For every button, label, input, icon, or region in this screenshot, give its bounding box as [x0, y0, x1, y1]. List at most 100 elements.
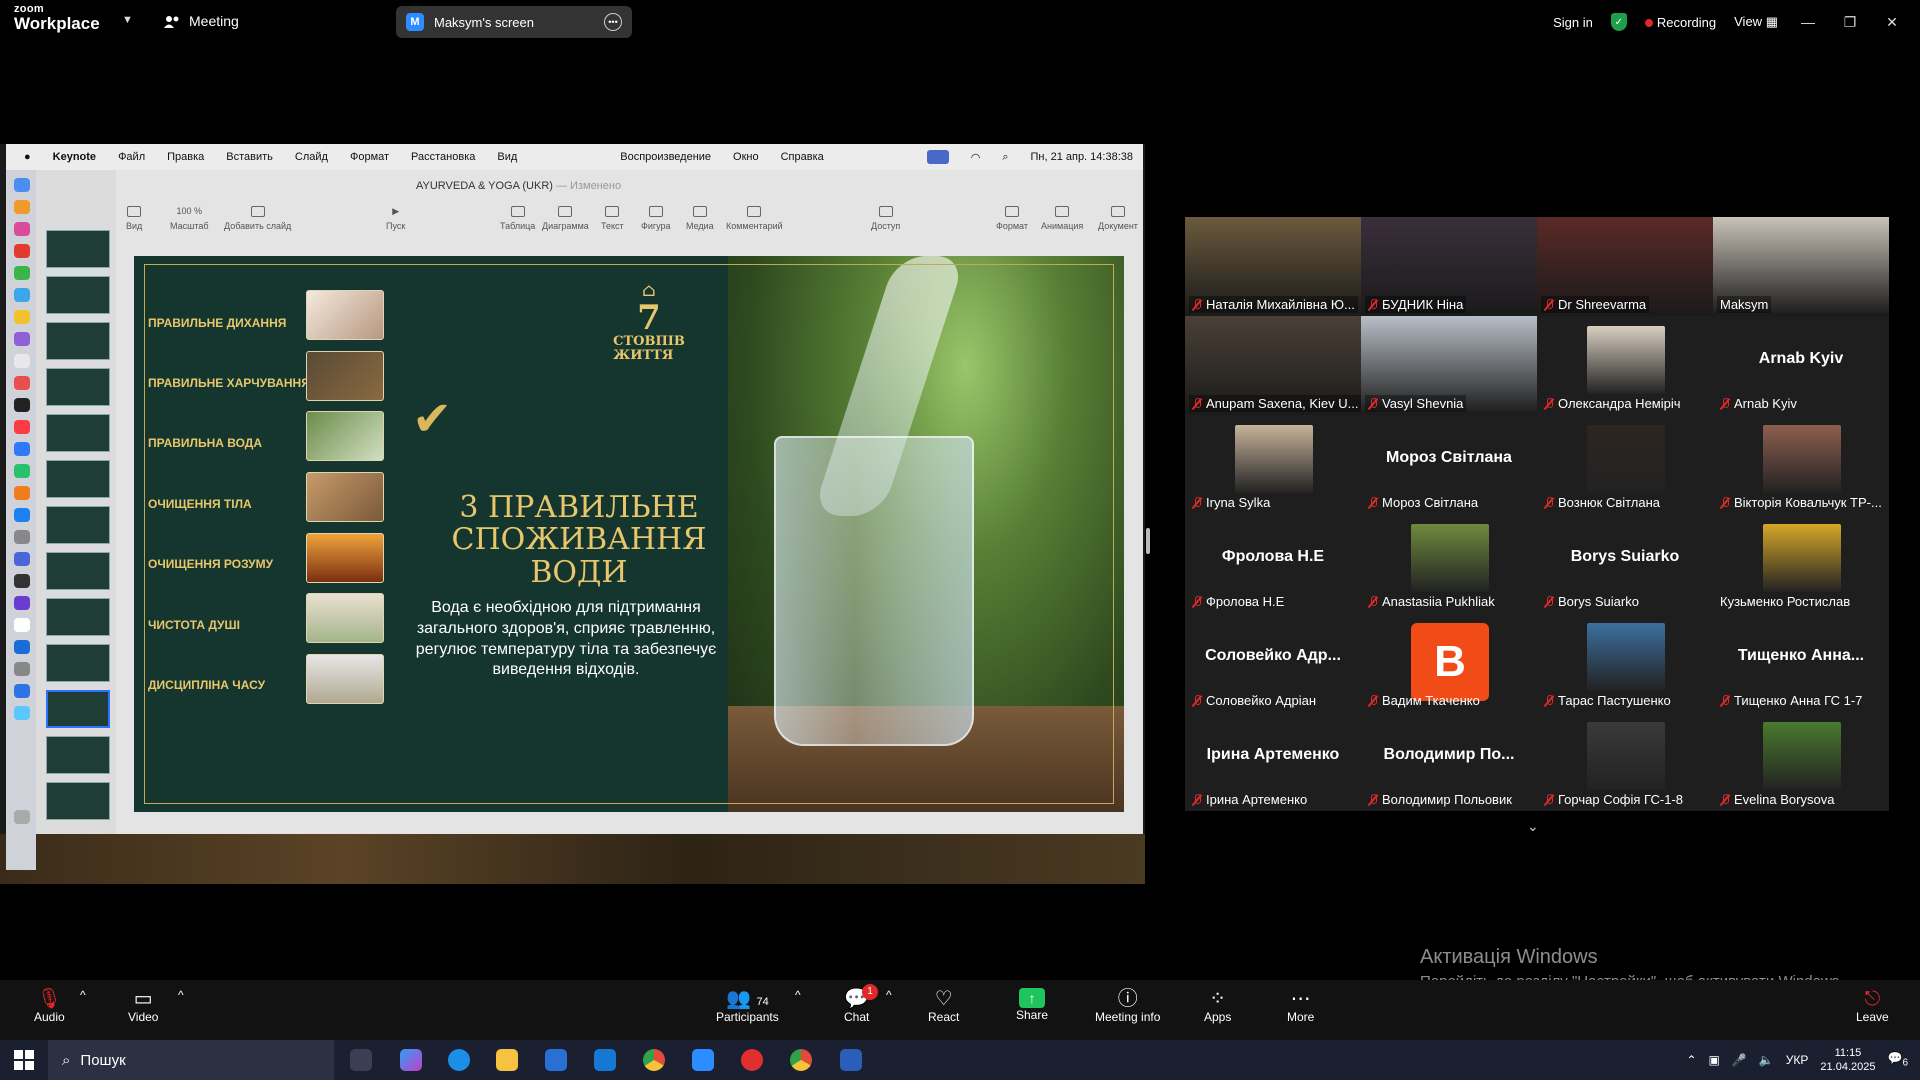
audio-options-icon[interactable]: ^: [80, 988, 86, 1002]
participant-tile[interactable]: Тищенко Анна... Тищенко Анна ГС 1-7: [1713, 613, 1889, 712]
slide-thumbnail[interactable]: [46, 230, 110, 268]
tool-format[interactable]: Формат: [996, 206, 1028, 231]
tool-chart[interactable]: Диаграмма: [542, 206, 589, 231]
participant-tile[interactable]: Вознюк Світлана: [1537, 415, 1713, 514]
tool-media[interactable]: Медиа: [686, 206, 714, 231]
tool-table[interactable]: Таблица: [500, 206, 535, 231]
participants-options-icon[interactable]: ^: [795, 988, 801, 1002]
react-button[interactable]: ♡ React: [928, 988, 959, 1024]
meeting-menu[interactable]: Meeting: [163, 13, 239, 29]
slide-thumbnail[interactable]: [46, 460, 110, 498]
video-button[interactable]: ▭ Video: [128, 988, 158, 1024]
participant-tile[interactable]: Наталія Михайлівна Ю...: [1185, 217, 1361, 316]
slide-thumbnail[interactable]: [46, 598, 110, 636]
opera-icon[interactable]: [741, 1049, 763, 1071]
store-icon[interactable]: [545, 1049, 567, 1071]
slide-thumbnail[interactable]: [46, 736, 110, 774]
restore-icon[interactable]: ❐: [1838, 14, 1862, 31]
slide-thumbnail[interactable]: [46, 552, 110, 590]
participant-tile[interactable]: Iryna Sylka: [1185, 415, 1361, 514]
task-view-icon[interactable]: [350, 1049, 372, 1071]
slide-thumbnail[interactable]: [46, 322, 110, 360]
participant-tile[interactable]: Borys Suiarko Borys Suiarko: [1537, 514, 1713, 613]
more-options-icon[interactable]: •••: [604, 13, 622, 31]
participant-tile[interactable]: Мороз Світлана Мороз Світлана: [1361, 415, 1537, 514]
volume-icon[interactable]: 🔈: [1759, 1053, 1774, 1067]
chevron-down-icon[interactable]: ▼: [122, 14, 133, 26]
file-explorer-icon[interactable]: [496, 1049, 518, 1071]
zoom-app-icon[interactable]: [692, 1049, 714, 1071]
tool-zoom[interactable]: 100 % Масштаб: [170, 206, 209, 231]
chrome-icon[interactable]: [643, 1049, 665, 1071]
share-button[interactable]: ↑ Share: [1016, 988, 1048, 1022]
gallery-next-page-icon[interactable]: ⌄: [1527, 818, 1539, 835]
chat-options-icon[interactable]: ^: [886, 988, 892, 1002]
tray-overflow-icon[interactable]: ⌃: [1686, 1053, 1696, 1067]
participant-tile[interactable]: Ірина Артеменко Ірина Артеменко: [1185, 712, 1361, 811]
participant-tile[interactable]: Олександра Неміріч: [1537, 316, 1713, 415]
security-shield-icon[interactable]: ✓: [1610, 13, 1627, 31]
slide-thumbnail-selected[interactable]: [46, 690, 110, 728]
participant-tile[interactable]: Anastasiia Pukhliak: [1361, 514, 1537, 613]
participant-tile[interactable]: Arnab Kyiv Arnab Kyiv: [1713, 316, 1889, 415]
camera-tray-icon[interactable]: ▣: [1709, 1053, 1720, 1067]
tool-animate[interactable]: Анимация: [1041, 206, 1083, 231]
slide-thumbnail[interactable]: [46, 644, 110, 682]
participant-tile[interactable]: Фролова Н.Е Фролова Н.Е: [1185, 514, 1361, 613]
view-button[interactable]: View ▦: [1734, 14, 1778, 30]
participant-tile[interactable]: Vasyl Shevnia: [1361, 316, 1537, 415]
word-icon[interactable]: [840, 1049, 862, 1071]
tool-view[interactable]: Вид: [126, 206, 142, 231]
audio-button[interactable]: 🎙 Audio: [34, 988, 65, 1024]
close-icon[interactable]: ✕: [1880, 14, 1904, 31]
tool-document[interactable]: Документ: [1098, 206, 1138, 231]
participant-tile[interactable]: Володимир По... Володимир Польовик: [1361, 712, 1537, 811]
mic-tray-icon[interactable]: 🎤: [1732, 1053, 1747, 1067]
leave-button[interactable]: ⎋ Leave: [1856, 988, 1889, 1024]
recording-indicator[interactable]: Recording: [1644, 15, 1716, 30]
notifications-icon[interactable]: 💬6: [1887, 1051, 1908, 1068]
chrome-profile-icon[interactable]: [790, 1049, 812, 1071]
table-icon: [510, 206, 525, 217]
taskbar-search[interactable]: ⌕ Пошук: [48, 1040, 334, 1080]
tool-shape[interactable]: Фигура: [641, 206, 671, 231]
participant-tile[interactable]: Anupam Saxena, Kiev U...: [1185, 316, 1361, 415]
tool-add-slide[interactable]: Добавить слайд: [224, 206, 291, 231]
language-indicator[interactable]: УКР: [1786, 1053, 1809, 1067]
participant-tile[interactable]: Вікторія Ковальчук ТР-...: [1713, 415, 1889, 514]
participant-tile[interactable]: Maksym: [1713, 217, 1889, 316]
chat-button[interactable]: 💬 1 Chat: [844, 984, 878, 1024]
participant-tile[interactable]: БУДНИК Ніна: [1361, 217, 1537, 316]
apps-button[interactable]: ⁘ Apps: [1204, 988, 1231, 1024]
participants-button[interactable]: 👥 74 Participants: [716, 988, 779, 1024]
shared-screen-pill[interactable]: M Maksym's screen •••: [396, 6, 632, 38]
minimize-icon[interactable]: —: [1796, 14, 1820, 30]
participant-tile[interactable]: Кузьменко Ростислав: [1713, 514, 1889, 613]
participant-tile[interactable]: Тарас Пастушенко: [1537, 613, 1713, 712]
participant-tile[interactable]: Соловейко Адр... Соловейко Адріан: [1185, 613, 1361, 712]
sign-in-button[interactable]: Sign in: [1553, 15, 1593, 30]
slide-thumbnail[interactable]: [46, 414, 110, 452]
tool-text[interactable]: Текст: [601, 206, 624, 231]
pillar-label: ПРАВИЛЬНЕ ХАРЧУВАННЯ: [148, 376, 310, 390]
tool-comment[interactable]: Комментарий: [726, 206, 783, 231]
slide-thumbnail[interactable]: [46, 506, 110, 544]
meeting-info-button[interactable]: ⓘ Meeting info: [1095, 988, 1160, 1024]
participant-tile[interactable]: Горчар Софія ГС-1-8: [1537, 712, 1713, 811]
split-resize-handle[interactable]: [1146, 528, 1150, 554]
more-button[interactable]: ⋯ More: [1287, 988, 1314, 1024]
participant-tile[interactable]: В Вадим Ткаченко: [1361, 613, 1537, 712]
windows-start-icon[interactable]: [14, 1050, 34, 1070]
outlook-icon[interactable]: [594, 1049, 616, 1071]
tool-play[interactable]: ▶ Пуск: [386, 206, 405, 231]
slide-thumbnail[interactable]: [46, 782, 110, 820]
copilot-icon[interactable]: [400, 1049, 422, 1071]
participant-tile[interactable]: Evelina Borysova: [1713, 712, 1889, 811]
taskbar-clock[interactable]: 11:15 21.04.2025: [1820, 1046, 1875, 1075]
tool-share[interactable]: Доступ: [871, 206, 900, 231]
participant-tile[interactable]: Dr Shreevarma: [1537, 217, 1713, 316]
slide-thumbnail[interactable]: [46, 276, 110, 314]
edge-icon[interactable]: [448, 1049, 470, 1071]
slide-thumbnail[interactable]: [46, 368, 110, 406]
video-options-icon[interactable]: ^: [178, 988, 184, 1002]
